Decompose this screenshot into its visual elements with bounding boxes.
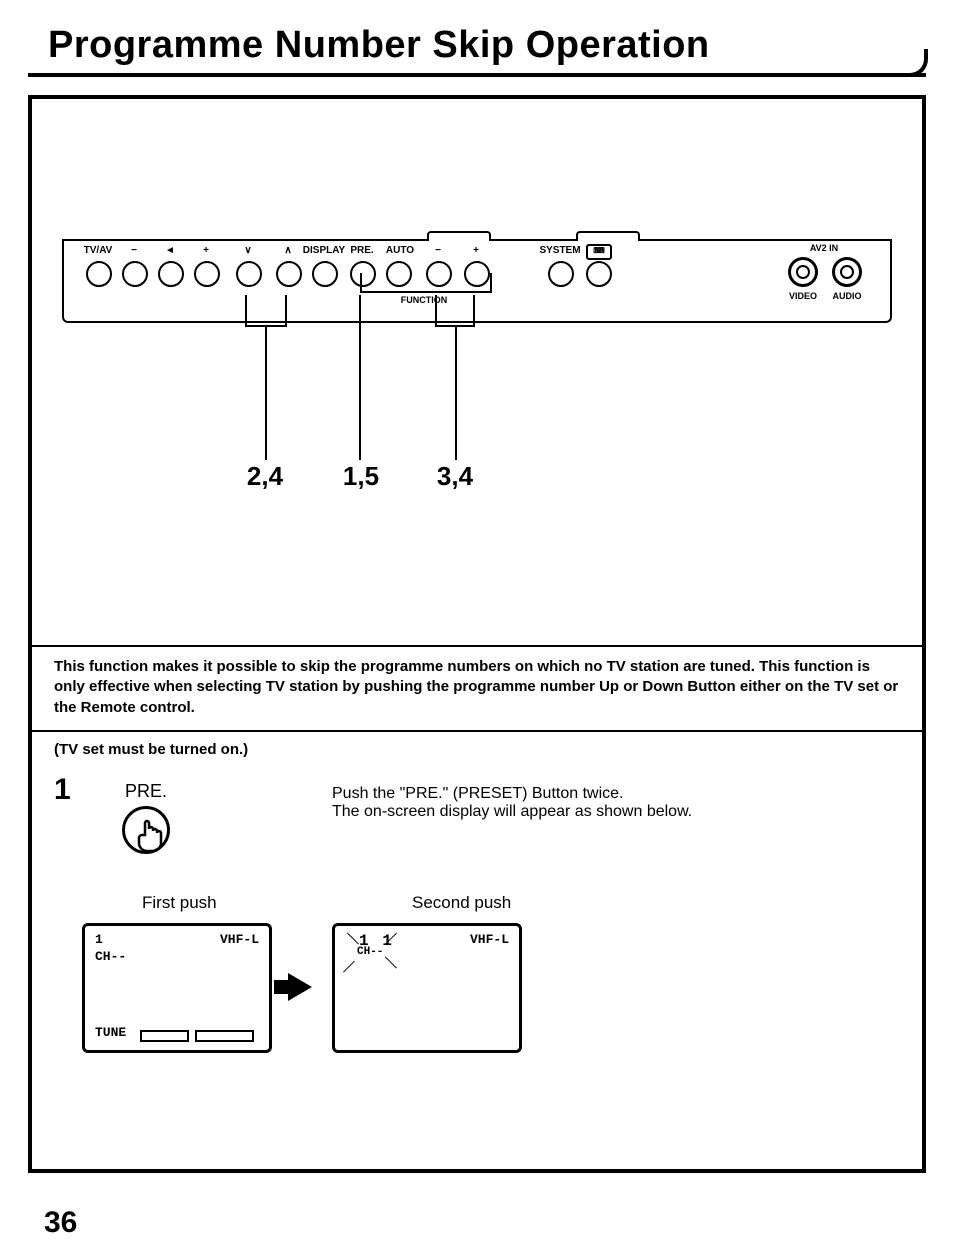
tv-front-panel: TV/AV − ◄ + ∨ ∧ DISPLAY PRE. AUTO − + SY… xyxy=(62,239,892,323)
panel-btn-label: − xyxy=(435,245,441,256)
step-text-line1: Push the "PRE." (PRESET) Button twice. xyxy=(332,785,900,803)
panel-button xyxy=(312,261,338,287)
pre-button-illustration: PRE. xyxy=(122,781,170,854)
panel-btn-label: SYSTEM xyxy=(539,245,580,256)
jack-label: VIDEO xyxy=(789,291,817,301)
tune-bar xyxy=(140,1030,189,1042)
description-block: This function makes it possible to skip … xyxy=(32,645,922,732)
panel-notch xyxy=(427,231,491,241)
lead-line xyxy=(285,295,287,325)
panel-button xyxy=(194,261,220,287)
callout-right: 3,4 xyxy=(437,461,473,492)
step-1: (TV set must be turned on.) 1 PRE. Push … xyxy=(32,733,922,1169)
osd1-prog: 1 xyxy=(95,932,103,947)
panel-button xyxy=(158,261,184,287)
video-jack xyxy=(788,257,818,287)
lead-line xyxy=(455,325,457,460)
osd-screen-1: 1 VHF-L CH-- TUNE xyxy=(82,923,272,1053)
panel-button xyxy=(86,261,112,287)
step-text-line2: The on-screen display will appear as sho… xyxy=(332,803,900,821)
panel-btn-label: TV/AV xyxy=(84,245,113,256)
function-label: FUNCTION xyxy=(401,295,448,305)
panel-btn-label: − xyxy=(131,245,137,256)
step-number: 1 xyxy=(54,773,71,807)
panel-btn-label: + xyxy=(473,245,479,256)
lead-line xyxy=(359,295,361,460)
page-number: 36 xyxy=(44,1206,77,1240)
lead-line xyxy=(473,295,475,325)
callout-mid: 1,5 xyxy=(343,461,379,492)
description-text: This function makes it possible to skip … xyxy=(54,658,898,716)
first-push-label: First push xyxy=(142,893,217,913)
panel-button xyxy=(122,261,148,287)
osd2-band: VHF-L xyxy=(470,932,509,970)
osd1-ch: CH-- xyxy=(95,949,259,964)
second-push-label: Second push xyxy=(412,893,511,913)
panel-button xyxy=(276,261,302,287)
osd-screen-2: 1 1 CH-- ＼ ／ ／ ＼ VHF-L xyxy=(332,923,522,1053)
av2-label: AV2 IN xyxy=(810,243,838,253)
step-instruction: Push the "PRE." (PRESET) Button twice. T… xyxy=(332,785,900,821)
hand-icon xyxy=(131,815,171,855)
panel-btn-label: AUTO xyxy=(386,245,414,256)
panel-btn-label: + xyxy=(203,245,209,256)
panel-button xyxy=(548,261,574,287)
panel-button xyxy=(586,261,612,287)
callout-left: 2,4 xyxy=(247,461,283,492)
tune-bar xyxy=(195,1030,254,1042)
pre-button-icon xyxy=(122,806,170,854)
panel-btn-label: ∧ xyxy=(284,245,291,256)
panel-button xyxy=(236,261,262,287)
speaker-icon: ◄ xyxy=(165,245,175,256)
tv-on-note: (TV set must be turned on.) xyxy=(54,741,900,758)
panel-btn-label: DISPLAY xyxy=(303,245,345,256)
pre-label: PRE. xyxy=(122,781,170,802)
system-icon: ⌨ xyxy=(586,244,612,260)
osd1-tune: TUNE xyxy=(95,1025,126,1040)
title-bar: Programme Number Skip Operation xyxy=(28,20,926,77)
panel-btn-label: ∨ xyxy=(244,245,251,256)
page-title: Programme Number Skip Operation xyxy=(48,24,906,67)
lead-line xyxy=(435,295,437,325)
audio-jack xyxy=(832,257,862,287)
jack-label: AUDIO xyxy=(833,291,862,301)
main-frame: TV/AV − ◄ + ∨ ∧ DISPLAY PRE. AUTO − + SY… xyxy=(28,95,926,1173)
flashing-ch-icon: 1 1 CH-- ＼ ／ ／ ＼ xyxy=(345,932,397,970)
arrow-right-icon xyxy=(288,973,312,1001)
panel-notch xyxy=(576,231,640,241)
lead-line xyxy=(245,295,247,325)
panel-btn-label: PRE. xyxy=(350,245,373,256)
lead-line xyxy=(265,325,267,460)
function-bracket xyxy=(360,273,492,293)
osd1-band: VHF-L xyxy=(220,932,259,947)
